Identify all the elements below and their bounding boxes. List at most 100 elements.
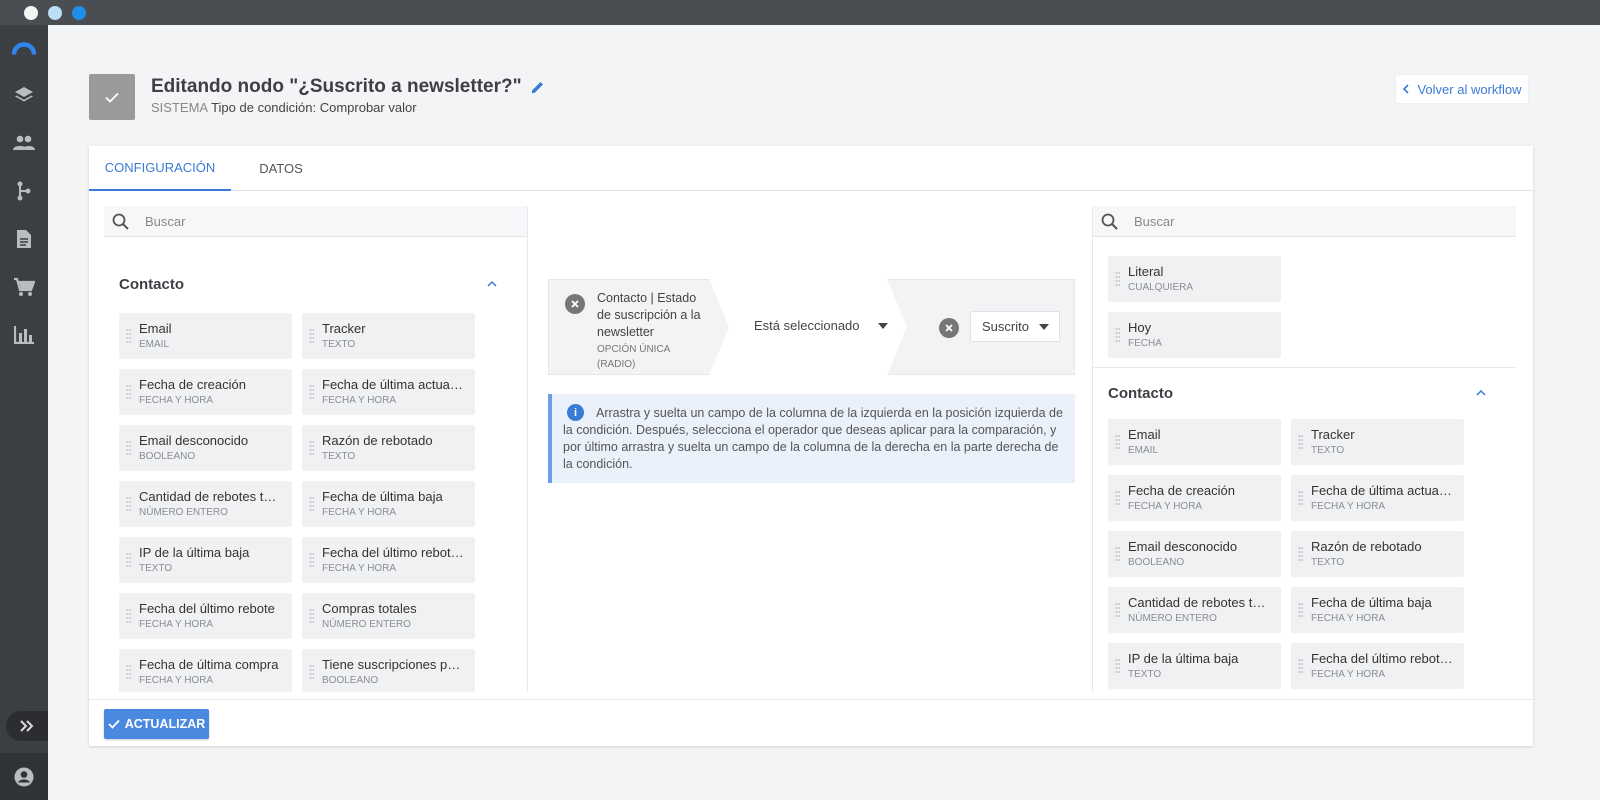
drag-handle-icon[interactable] xyxy=(1298,658,1303,674)
back-to-workflow-button[interactable]: Volver al workflow xyxy=(1395,74,1529,104)
field-item[interactable]: Razón de rebotado TEXTO xyxy=(302,425,475,471)
drag-handle-icon[interactable] xyxy=(126,440,131,456)
condition-left-field[interactable]: Contacto | Estado de suscripción a la ne… xyxy=(597,290,707,372)
close-icon xyxy=(571,300,579,308)
field-item[interactable]: Email EMAIL xyxy=(119,313,292,359)
right-search-input[interactable] xyxy=(1134,213,1474,229)
window-minimize-button[interactable] xyxy=(48,6,62,20)
field-item[interactable]: Fecha de última baja FECHA Y HORA xyxy=(302,481,475,527)
field-type: EMAIL xyxy=(139,339,170,350)
field-item[interactable]: Tracker TEXTO xyxy=(1291,419,1464,465)
right-group-header[interactable]: Contacto xyxy=(1093,378,1516,408)
condition-left-type: OPCIÓN ÚNICA (RADIO) xyxy=(597,344,670,370)
window-maximize-button[interactable] xyxy=(72,6,86,20)
drag-handle-icon[interactable] xyxy=(1115,658,1120,674)
field-label: Compras totales xyxy=(322,601,417,616)
users-icon[interactable] xyxy=(12,131,36,155)
drag-handle-icon[interactable] xyxy=(126,496,131,512)
field-item-literal[interactable]: Literal CUALQUIERA xyxy=(1108,256,1281,302)
drag-handle-icon[interactable] xyxy=(1115,327,1120,343)
drag-handle-icon[interactable] xyxy=(1298,602,1303,618)
tab-configuracion[interactable]: CONFIGURACIÓN xyxy=(89,146,231,191)
field-item[interactable]: Fecha del último rebote temporal FECHA Y … xyxy=(1291,643,1464,689)
remove-right-value-button[interactable] xyxy=(939,318,959,338)
drag-handle-icon[interactable] xyxy=(126,608,131,624)
remove-left-field-button[interactable] xyxy=(565,294,585,314)
field-type: FECHA Y HORA xyxy=(322,563,397,574)
field-item[interactable]: Cantidad de rebotes temporales NÚMERO ENT… xyxy=(119,481,292,527)
field-item[interactable]: Fecha de última actualización FECHA Y HOR… xyxy=(1291,475,1464,521)
field-item[interactable]: Email desconocido BOOLEANO xyxy=(119,425,292,471)
layers-icon[interactable] xyxy=(12,83,36,107)
field-item[interactable]: Cantidad de rebotes temporales NÚMERO ENT… xyxy=(1108,587,1281,633)
document-icon[interactable] xyxy=(12,227,36,251)
field-type: FECHA Y HORA xyxy=(139,395,214,406)
field-item[interactable]: Fecha del último rebote FECHA Y HORA xyxy=(119,593,292,639)
field-item[interactable]: Fecha de última compra FECHA Y HORA xyxy=(119,649,292,692)
cart-icon[interactable] xyxy=(12,275,36,299)
left-search xyxy=(104,206,527,237)
card-footer: ACTUALIZAR xyxy=(89,699,1533,746)
field-item-today[interactable]: Hoy FECHA xyxy=(1108,312,1281,358)
field-item[interactable]: Fecha de última actualización FECHA Y HOR… xyxy=(302,369,475,415)
drag-handle-icon[interactable] xyxy=(309,440,314,456)
back-to-workflow-label: Volver al workflow xyxy=(1417,81,1522,97)
drag-handle-icon[interactable] xyxy=(309,328,314,344)
tab-datos[interactable]: DATOS xyxy=(231,146,331,191)
field-type: FECHA Y HORA xyxy=(139,675,214,686)
field-item[interactable]: Email EMAIL xyxy=(1108,419,1281,465)
logo-icon[interactable] xyxy=(12,37,36,61)
chart-icon[interactable] xyxy=(12,323,36,347)
left-group-title: Contacto xyxy=(119,275,184,293)
close-icon xyxy=(945,324,953,332)
edit-pencil-icon[interactable] xyxy=(530,80,545,95)
drag-handle-icon[interactable] xyxy=(309,496,314,512)
field-label: Fecha de creación xyxy=(1128,483,1235,498)
field-item[interactable]: Compras totales NÚMERO ENTERO xyxy=(302,593,475,639)
system-label: SISTEMA xyxy=(151,100,209,115)
field-label: Email xyxy=(139,321,172,336)
field-item[interactable]: Fecha de creación FECHA Y HORA xyxy=(119,369,292,415)
field-type: TEXTO xyxy=(322,339,356,350)
drag-handle-icon[interactable] xyxy=(309,552,314,568)
drag-handle-icon[interactable] xyxy=(309,664,314,680)
drag-handle-icon[interactable] xyxy=(1115,490,1120,506)
drag-handle-icon[interactable] xyxy=(126,552,131,568)
drag-handle-icon[interactable] xyxy=(309,384,314,400)
drag-handle-icon[interactable] xyxy=(1298,434,1303,450)
workflow-icon[interactable] xyxy=(12,179,36,203)
double-chevron-right-icon xyxy=(20,720,34,732)
field-label: Fecha de creación xyxy=(139,377,246,392)
field-item[interactable]: Fecha de creación FECHA Y HORA xyxy=(1108,475,1281,521)
drag-handle-icon[interactable] xyxy=(126,328,131,344)
drag-handle-icon[interactable] xyxy=(1115,434,1120,450)
drag-handle-icon[interactable] xyxy=(1298,546,1303,562)
drag-handle-icon[interactable] xyxy=(126,384,131,400)
drag-handle-icon[interactable] xyxy=(126,664,131,680)
operator-select[interactable]: Está seleccionado xyxy=(754,318,888,333)
field-item[interactable]: Email desconocido BOOLEANO xyxy=(1108,531,1281,577)
field-item[interactable]: Razón de rebotado TEXTO xyxy=(1291,531,1464,577)
field-item[interactable]: IP de la última baja TEXTO xyxy=(1108,643,1281,689)
field-item[interactable]: Tracker TEXTO xyxy=(302,313,475,359)
window-close-button[interactable] xyxy=(24,6,38,20)
user-menu-button[interactable] xyxy=(0,753,48,800)
field-item[interactable]: Fecha de última baja FECHA Y HORA xyxy=(1291,587,1464,633)
field-item[interactable]: Fecha del último rebote temporal FECHA Y … xyxy=(302,537,475,583)
drag-handle-icon[interactable] xyxy=(1115,546,1120,562)
sidebar-expand-button[interactable] xyxy=(6,711,48,741)
field-item[interactable]: IP de la última baja TEXTO xyxy=(119,537,292,583)
field-type: FECHA Y HORA xyxy=(1311,501,1386,512)
field-item[interactable]: Tiene suscripciones pendientes BOOLEANO xyxy=(302,649,475,692)
left-group-header[interactable]: Contacto xyxy=(104,269,527,299)
left-search-input[interactable] xyxy=(145,213,485,229)
update-button[interactable]: ACTUALIZAR xyxy=(104,709,209,739)
field-label: IP de la última baja xyxy=(139,545,250,560)
field-type: BOOLEANO xyxy=(1128,557,1185,568)
drag-handle-icon[interactable] xyxy=(1298,490,1303,506)
field-label: Tracker xyxy=(1311,427,1355,442)
drag-handle-icon[interactable] xyxy=(309,608,314,624)
drag-handle-icon[interactable] xyxy=(1115,602,1120,618)
value-select[interactable]: Suscrito xyxy=(970,311,1060,342)
drag-handle-icon[interactable] xyxy=(1115,271,1120,287)
